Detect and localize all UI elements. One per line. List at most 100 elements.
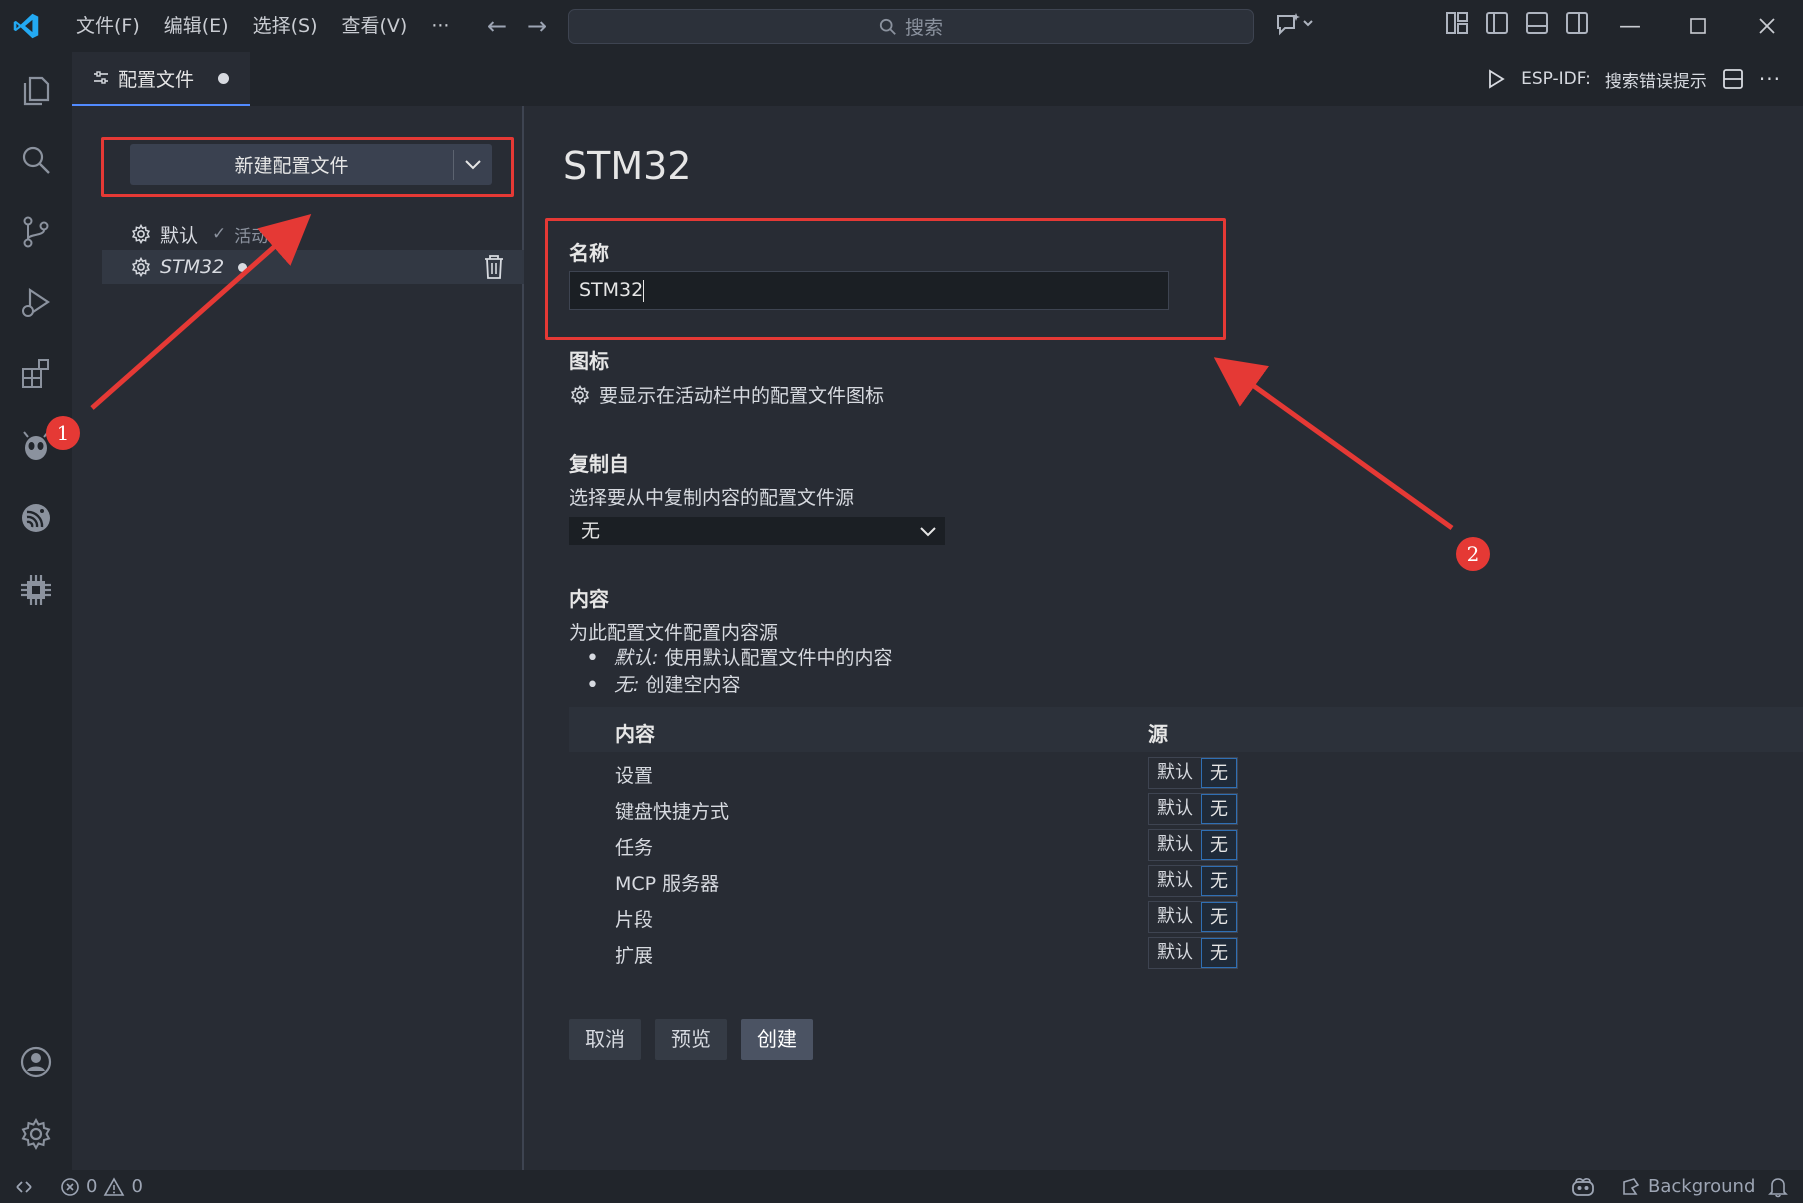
source-none-option[interactable]: 无 [1201, 938, 1237, 968]
error-count: 0 [86, 1176, 98, 1197]
chat-sparkle-icon [1277, 13, 1313, 36]
create-button[interactable]: 创建 [741, 1019, 813, 1060]
profile-item-stm32[interactable]: STM32 [102, 250, 524, 284]
bullet-text: 使用默认配置文件中的内容 [658, 647, 893, 669]
menu-edit[interactable]: 编辑(E) [152, 0, 241, 52]
menu-view[interactable]: 查看(V) [330, 0, 420, 52]
esp-idf-button[interactable] [14, 496, 58, 540]
bullet-default: 默认: 使用默认配置文件中的内容 [586, 645, 892, 672]
column-header-content: 内容 [615, 722, 655, 746]
toggle-panel-icon[interactable] [1524, 10, 1550, 36]
row-label: 键盘快捷方式 [615, 801, 730, 823]
copy-from-select[interactable]: 无 [569, 517, 945, 545]
icon-description: 要显示在活动栏中的配置文件图标 [599, 385, 885, 407]
tab-profiles[interactable]: 配置文件 [72, 52, 250, 106]
source-default-option[interactable]: 默认 [1149, 794, 1201, 824]
source-toggle: 默认 无 [1148, 829, 1238, 861]
source-none-option[interactable]: 无 [1201, 830, 1237, 860]
manage-button[interactable] [14, 1112, 58, 1156]
annotation-arrow-2 [1213, 357, 1454, 531]
title-bar: 文件(F) 编辑(E) 选择(S) 查看(V) ··· ← → 搜索 — [0, 0, 1803, 52]
run-play-icon[interactable] [1485, 68, 1507, 90]
table-row: MCP 服务器 默认 无 [569, 863, 1369, 899]
settings-sliders-icon [94, 71, 108, 84]
bullet-text: 创建空内容 [639, 674, 741, 696]
layout-controls [1444, 10, 1590, 36]
run-debug-button[interactable] [14, 281, 58, 325]
background-status[interactable]: Background [1620, 1170, 1755, 1203]
back-arrow-icon[interactable]: ← [484, 10, 510, 42]
search-placeholder: 搜索 [904, 17, 943, 39]
chip-tools-button[interactable] [14, 568, 58, 612]
copy-from-description: 选择要从中复制内容的配置文件源 [569, 487, 855, 509]
customize-layout-icon[interactable] [1444, 10, 1470, 36]
maximize-icon [1690, 18, 1706, 34]
preview-button[interactable]: 预览 [655, 1019, 727, 1060]
bullet-term: 无: [614, 674, 640, 696]
source-default-option[interactable]: 默认 [1149, 938, 1201, 968]
minimize-button[interactable]: — [1600, 0, 1660, 52]
run-debug-icon [22, 287, 50, 317]
forward-arrow-icon[interactable]: → [524, 10, 550, 42]
nav-arrows: ← → [484, 10, 550, 42]
source-none-option[interactable]: 无 [1201, 902, 1237, 932]
row-label: 片段 [615, 909, 654, 931]
background-label: Background [1648, 1176, 1756, 1197]
search-view-button[interactable] [14, 138, 58, 182]
profiles-list-pane: 新建配置文件 默认 ✓ 活动 STM32 [72, 106, 524, 1170]
notifications-button[interactable] [1768, 1170, 1788, 1203]
espressif-icon [22, 504, 50, 532]
annotation-badge-2: 2 [1456, 537, 1490, 571]
command-center-search[interactable]: 搜索 [568, 9, 1254, 44]
trash-icon[interactable] [482, 254, 506, 280]
more-actions-icon[interactable]: ··· [1759, 67, 1781, 91]
copilot-status[interactable] [1570, 1170, 1596, 1203]
close-window-button[interactable] [1737, 0, 1797, 52]
maximize-button[interactable] [1668, 0, 1728, 52]
source-control-icon [23, 216, 49, 248]
profile-icon-picker[interactable]: 要显示在活动栏中的配置文件图标 [569, 381, 884, 408]
content-description: 为此配置文件配置内容源 [569, 622, 779, 644]
search-icon [22, 146, 50, 174]
source-toggle: 默认 无 [1148, 937, 1238, 969]
toggle-secondary-sidebar-icon[interactable] [1564, 10, 1590, 36]
esp-idf-label[interactable]: ESP-IDF: [1521, 69, 1591, 89]
cancel-button[interactable]: 取消 [569, 1019, 641, 1060]
activity-bar [0, 52, 72, 1170]
profile-item-default[interactable]: 默认 ✓ 活动 [102, 217, 524, 251]
extensions-icon [22, 359, 49, 388]
form-actions: 取消 预览 创建 [569, 1019, 813, 1060]
unsaved-dot-icon [238, 262, 248, 272]
toggle-primary-sidebar-icon[interactable] [1484, 10, 1510, 36]
split-editor-icon[interactable] [1721, 67, 1745, 91]
source-default-option[interactable]: 默认 [1149, 902, 1201, 932]
esp-idf-search-error-hint[interactable]: 搜索错误提示 [1605, 67, 1707, 92]
row-label: MCP 服务器 [615, 873, 720, 895]
annotation-box-new-profile [101, 137, 514, 197]
icon-label: 图标 [569, 349, 609, 373]
menu-selection[interactable]: 选择(S) [241, 0, 330, 52]
remote-icon [16, 1180, 32, 1193]
source-none-option[interactable]: 无 [1201, 794, 1237, 824]
unsaved-dot-icon[interactable] [218, 72, 230, 84]
menu-bar: 文件(F) 编辑(E) 选择(S) 查看(V) ··· [64, 0, 461, 52]
source-none-option[interactable]: 无 [1201, 866, 1237, 896]
explorer-button[interactable] [14, 68, 58, 112]
menu-more[interactable]: ··· [419, 0, 461, 52]
extensions-button[interactable] [14, 352, 58, 396]
row-label: 扩展 [615, 945, 654, 967]
chip-icon [21, 575, 51, 605]
accounts-button[interactable] [14, 1040, 58, 1084]
menu-file[interactable]: 文件(F) [64, 0, 152, 52]
source-default-option[interactable]: 默认 [1149, 758, 1201, 788]
remote-indicator[interactable] [14, 1170, 34, 1203]
source-default-option[interactable]: 默认 [1149, 830, 1201, 860]
gear-icon [131, 223, 151, 245]
minimize-icon: — [1619, 13, 1641, 39]
source-none-option[interactable]: 无 [1201, 758, 1237, 788]
error-icon [61, 1177, 79, 1196]
copilot-chat-button[interactable] [1274, 10, 1314, 40]
problems-indicator[interactable]: 0 0 [60, 1170, 143, 1203]
source-control-button[interactable] [14, 210, 58, 254]
source-default-option[interactable]: 默认 [1149, 866, 1201, 896]
